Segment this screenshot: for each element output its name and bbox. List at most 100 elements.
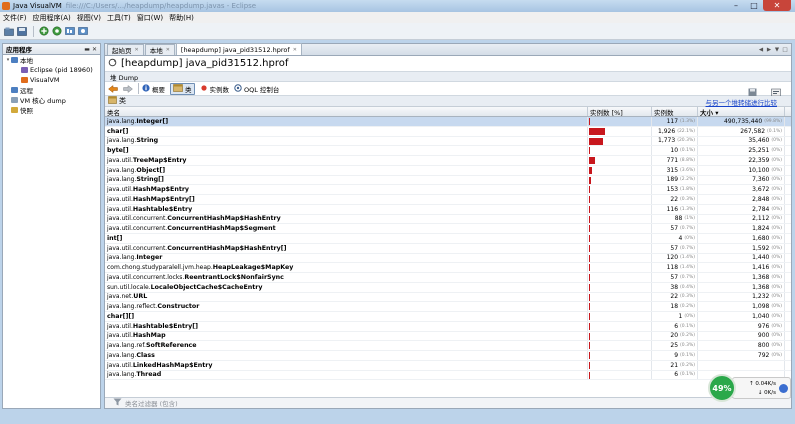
class-filter-bar[interactable]: 类名过滤器 (包含) bbox=[105, 397, 791, 408]
column-header[interactable]: 实例数 [%] bbox=[588, 107, 652, 117]
tab-list-icon[interactable]: ▼ bbox=[773, 45, 781, 54]
maximize-button[interactable]: □ bbox=[745, 0, 763, 11]
table-row[interactable]: char[][] 1 (0%) 1,040 (0%) bbox=[105, 312, 791, 322]
table-row[interactable]: java.util. Hashtable$Entry 116 (1.3%) 2,784(… bbox=[105, 204, 791, 215]
table-row[interactable]: java.util. TreeMap$Entry 771 (8.8%) 22,359 (0… bbox=[105, 156, 791, 166]
view-button[interactable]: 类 bbox=[170, 82, 195, 95]
table-row[interactable]: java.util. Hashtable$Entry[] 6 (0.1%) 976 (0%… bbox=[105, 321, 791, 332]
table-row[interactable]: java.lang.ref. SoftReference 25 (0.3%) 800 (0… bbox=[105, 341, 791, 351]
filter-icon[interactable] bbox=[113, 398, 122, 408]
editor-tab-label: 起始页 bbox=[112, 47, 132, 55]
menu-item[interactable]: 应用程序(A) bbox=[30, 13, 74, 23]
network-speed-widget[interactable]: ↑ 0.04K/s ↓ 0K/s 49% bbox=[708, 374, 793, 402]
tree-node[interactable]: 快照 bbox=[3, 105, 100, 115]
view-button[interactable]: 实例数 bbox=[200, 84, 229, 94]
editor-tab-label: [heapdump] java_pid31512.hprof bbox=[180, 45, 290, 54]
snapshot-icon[interactable] bbox=[77, 26, 88, 37]
view-button-label: OQL 控制台 bbox=[244, 85, 280, 94]
close-window-button[interactable]: ✕ bbox=[763, 0, 791, 11]
menu-item[interactable]: 视图(V) bbox=[74, 13, 104, 23]
table-row[interactable]: java.lang.reflect. Constructor 18 (0.2%) 1,0… bbox=[105, 302, 791, 312]
instances-percent-cell bbox=[588, 341, 652, 350]
scroll-tabs-right-icon[interactable]: ▶ bbox=[765, 45, 773, 54]
size-cell: 22,359 (0%) bbox=[698, 156, 785, 165]
class-package: java.lang. bbox=[107, 371, 137, 379]
add-jmx-icon[interactable] bbox=[38, 26, 49, 37]
instances-count-cell: 117 (1.3%) bbox=[652, 117, 698, 126]
column-header[interactable]: 实例数 bbox=[652, 107, 698, 117]
menu-item[interactable]: 工具(T) bbox=[104, 13, 134, 23]
forward-button[interactable] bbox=[123, 84, 133, 93]
save-icon[interactable] bbox=[16, 26, 27, 37]
tree-node[interactable]: Eclipse (pid 18960) bbox=[3, 65, 100, 75]
tree-node[interactable]: 远程 bbox=[3, 85, 100, 95]
editor-tab[interactable]: 本地 ✕ bbox=[144, 44, 175, 55]
table-row[interactable]: java.lang. Thread 6 (0.1%) bbox=[105, 370, 791, 381]
close-tab-icon[interactable]: ✕ bbox=[293, 47, 297, 53]
menu-item[interactable]: 窗口(W) bbox=[134, 13, 166, 23]
column-header[interactable]: 大小 ▾ bbox=[698, 107, 785, 117]
maximize-tab-icon[interactable]: □ bbox=[781, 45, 789, 54]
compare-heap-dump-link[interactable]: 与另一个堆转储进行比较 bbox=[706, 97, 778, 107]
table-row[interactable]: java.lang. Integer 120 (1.4%) 1,440 (0%) bbox=[105, 253, 791, 264]
table-row[interactable]: java.util. HashMap$Entry[] 22 (0.3%) 2,848 (0… bbox=[105, 195, 791, 205]
heap-dump-icon[interactable] bbox=[64, 26, 75, 37]
table-row[interactable]: java.lang. Object[] 315 (3.6%) 10,100 (0%) bbox=[105, 165, 791, 176]
instances-percent-bar bbox=[589, 118, 590, 125]
table-row[interactable]: java.util.concurrent. ConcurrentHashMap$S… bbox=[105, 224, 791, 234]
instances-count-cell: 120 (1.4%) bbox=[652, 253, 698, 263]
view-button[interactable]: OQL 控制台 bbox=[234, 83, 280, 94]
view-button[interactable]: 概要 bbox=[142, 83, 165, 94]
table-row[interactable]: java.util.concurrent. ConcurrentHashMap$H… bbox=[105, 214, 791, 225]
minimize-panel-icon[interactable]: ▬ bbox=[84, 46, 92, 53]
table-row[interactable]: java.lang. Class 9 (0.1%) 792 (0%) bbox=[105, 351, 791, 361]
tree-node[interactable]: ▾ 本地 bbox=[3, 55, 100, 65]
back-button[interactable] bbox=[108, 84, 118, 93]
table-row[interactable]: java.lang. Integer[] 117 (1.3%) 490,735,440(… bbox=[105, 117, 791, 127]
editor-tab[interactable]: 起始页 ✕ bbox=[107, 44, 144, 55]
instances-count: 21 bbox=[670, 361, 679, 369]
table-row[interactable]: sun.util.locale. LocaleObjectCache$CacheE… bbox=[105, 282, 791, 293]
table-row[interactable]: char[] 1,926 (22.1%) 267,582 (0.1%) bbox=[105, 126, 791, 137]
size-cell bbox=[698, 360, 785, 370]
instances-percent-cell bbox=[588, 146, 652, 155]
tree-node[interactable]: VisualVM bbox=[3, 75, 100, 85]
menu-item[interactable]: 帮助(H) bbox=[166, 13, 197, 23]
table-row[interactable]: java.util. HashMap 20 (0.2%) 900 (0%) bbox=[105, 331, 791, 342]
heap-dump-subheader: 堆 Dump bbox=[105, 71, 791, 82]
editor-tab[interactable]: [heapdump] java_pid31512.hprof ✕ bbox=[175, 43, 302, 55]
table-row[interactable]: byte[] 10 (0.1%) 25,251 (0%) bbox=[105, 146, 791, 156]
instances-percent-bar bbox=[589, 352, 590, 359]
table-row[interactable]: com.chong.studyparalell.jvm.heap. HeapLea… bbox=[105, 263, 791, 273]
table-row[interactable]: java.util.concurrent. ConcurrentHashMap$H… bbox=[105, 243, 791, 254]
close-panel-icon[interactable]: ✕ bbox=[92, 46, 100, 53]
memory-usage-circle[interactable]: 49% bbox=[708, 374, 736, 402]
table-row[interactable]: java.net. URL 22 (0.3%) 1,232 (0%) bbox=[105, 292, 791, 303]
table-row[interactable]: java.lang. String 1,773 (20.3%) 35,460 (0%) bbox=[105, 136, 791, 147]
instances-count: 88 bbox=[674, 215, 683, 223]
instances-count: 10 bbox=[670, 147, 679, 155]
table-row[interactable]: java.util.concurrent.locks. ReentrantLock… bbox=[105, 273, 791, 283]
add-remote-host-icon[interactable] bbox=[51, 26, 62, 37]
table-header: 类名 实例数 [%] 实例数 大小 ▾ bbox=[105, 107, 791, 117]
scroll-tabs-left-icon[interactable]: ◀ bbox=[757, 45, 765, 54]
size-percent: (0%) bbox=[771, 226, 782, 232]
table-row[interactable]: java.util. LinkedHashMap$Entry 21 (0.2%) bbox=[105, 360, 791, 371]
minimize-button[interactable]: – bbox=[727, 0, 745, 11]
upload-speed: ↑ 0.04K/s bbox=[749, 381, 776, 387]
refresh-icon[interactable] bbox=[108, 58, 117, 69]
table-row[interactable]: java.util. HashMap$Entry 153 (1.8%) 3,672 (0%… bbox=[105, 185, 791, 195]
tree-node[interactable]: VM 核心 dump bbox=[3, 95, 100, 105]
instances-count: 6 bbox=[674, 371, 679, 379]
column-header[interactable]: 类名 bbox=[105, 107, 588, 117]
class-filter-input[interactable]: 类名过滤器 (包含) bbox=[125, 398, 178, 408]
menu-item[interactable]: 文件(F) bbox=[0, 13, 30, 23]
instances-percent-cell bbox=[588, 331, 652, 341]
close-tab-icon[interactable]: ✕ bbox=[135, 47, 139, 53]
class-package: java.lang. bbox=[107, 351, 137, 359]
size-percent: (0%) bbox=[771, 333, 782, 339]
close-tab-icon[interactable]: ✕ bbox=[166, 47, 170, 53]
table-row[interactable]: int[] 4 (0%) 1,680 (0%) bbox=[105, 234, 791, 244]
open-file-icon[interactable] bbox=[3, 26, 14, 37]
table-row[interactable]: java.lang. String[] 189 (2.2%) 7,360 (0%) bbox=[105, 175, 791, 186]
